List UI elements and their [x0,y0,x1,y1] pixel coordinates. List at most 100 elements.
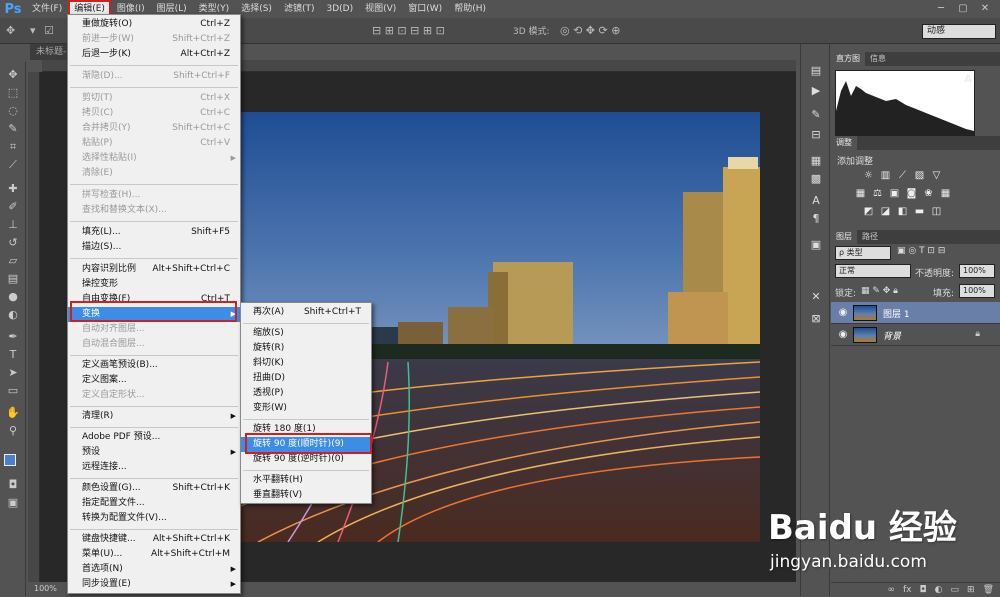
photo-filter-icon[interactable]: ◙ [906,188,917,199]
menu-item-fill[interactable]: 填充(L)... Shift+F5 [68,225,240,240]
close-icon[interactable]: ✕ [976,0,994,18]
menu-item-color-settings[interactable]: 颜色设置(G)... Shift+Ctrl+K [68,481,240,496]
blur-tool-icon[interactable]: ● [4,290,22,304]
submenu-item-again[interactable]: 再次(A) Shift+Ctrl+T [241,305,371,320]
invert-icon[interactable]: ◩ [863,206,874,217]
maximize-icon[interactable]: ▢ [954,0,972,18]
menu-item-assign-profile[interactable]: 指定配置文件... [68,496,240,511]
layer-kind-filter[interactable]: ρ 类型 [835,246,891,260]
menu-item-paste-special[interactable]: 选择性粘贴(I) ▶ [68,151,240,166]
fill-input[interactable]: 100% [959,284,995,298]
menu-item-transform[interactable]: 变换 ▶ [68,307,240,322]
menu-item-convert-profile[interactable]: 转换为配置文件(V)... [68,511,240,526]
menu-file[interactable]: 文件(F) [26,0,68,18]
menu-select[interactable]: 选择(S) [235,0,278,18]
hue-saturation-icon[interactable]: ▦ [855,188,866,199]
brush-tool-icon[interactable]: ✐ [4,200,22,214]
path-select-tool-icon[interactable]: ➤ [4,366,22,380]
submenu-item-flip-vertical[interactable]: 垂直翻转(V) [241,488,371,503]
eraser-tool-icon[interactable]: ▱ [4,254,22,268]
tab-histogram[interactable]: 直方图 [831,52,865,66]
tools-icon[interactable]: ✕ [809,290,823,304]
move-tool-icon[interactable]: ✥ [4,68,22,82]
brightness-icon[interactable]: ☼ [863,170,874,181]
opacity-input[interactable]: 100% [959,264,995,278]
black-white-icon[interactable]: ▣ [889,188,900,199]
submenu-item-rotate-90-ccw[interactable]: 旋转 90 度(逆时针)(0) [241,452,371,467]
menu-item-free-transform[interactable]: 自由变换(F) Ctrl+T [68,292,240,307]
navigator-icon[interactable]: ▣ [809,238,823,252]
gradient-tool-icon[interactable]: ▤ [4,272,22,286]
posterize-icon[interactable]: ◪ [880,206,891,217]
menu-item-remote-connections[interactable]: 远程连接... [68,460,240,475]
crop-tool-icon[interactable]: ⌗ [4,140,22,154]
history-brush-tool-icon[interactable]: ↺ [4,236,22,250]
foreground-color-swatch[interactable] [4,454,16,466]
menu-item-fade[interactable]: 渐隐(D)... Shift+Ctrl+F [68,69,240,84]
exposure-icon[interactable]: ▨ [914,170,925,181]
layer-row-background[interactable]: ◉ 背景 🔒︎ [831,324,1000,346]
tab-adjustments[interactable]: 调整 [831,136,857,150]
move-tool-icon[interactable]: ✥ [6,24,15,38]
healing-brush-tool-icon[interactable]: ✚ [4,182,22,196]
history-icon[interactable]: ▤ [809,64,823,78]
levels-icon[interactable]: ▥ [880,170,891,181]
submenu-item-rotate[interactable]: 旋转(R) [241,341,371,356]
menu-item-redo[interactable]: 重做旋转(O) Ctrl+Z [68,17,240,32]
submenu-item-warp[interactable]: 变形(W) [241,401,371,416]
menu-item-puppet-warp[interactable]: 操控变形 [68,277,240,292]
zoom-tool-icon[interactable]: ⚲ [4,424,22,438]
menu-item-sync-settings[interactable]: 同步设置(E) ▶ [68,577,240,592]
menu-item-purge[interactable]: 清理(R) ▶ [68,409,240,424]
menu-item-keyboard-shortcuts[interactable]: 键盘快捷键... Alt+Shift+Ctrl+K [68,532,240,547]
menu-item-cut[interactable]: 剪切(T) Ctrl+X [68,91,240,106]
clone-stamp-tool-icon[interactable]: ⊥ [4,218,22,232]
menu-item-copy-merged[interactable]: 合并拷贝(Y) Shift+Ctrl+C [68,121,240,136]
submenu-item-rotate-90-cw[interactable]: 旋转 90 度(顺时针)(9) [241,437,371,452]
menu-item-pdf-presets[interactable]: Adobe PDF 预设... [68,430,240,445]
tab-info[interactable]: 信息 [865,52,891,66]
3d-mode-icons[interactable]: ◎ ⟲ ✥ ⟳ ⊕ [560,24,620,38]
menu-item-define-custom-shape[interactable]: 定义自定形状... [68,388,240,403]
hand-tool-icon[interactable]: ✋ [4,406,22,420]
character-icon[interactable]: A [809,194,823,208]
pen-tool-icon[interactable]: ✒ [4,330,22,344]
submenu-item-rotate-180[interactable]: 旋转 180 度(1) [241,422,371,437]
gradient-map-icon[interactable]: ▬ [914,206,925,217]
workspace-select[interactable]: 动感 [922,24,996,39]
threshold-icon[interactable]: ◧ [897,206,908,217]
submenu-item-perspective[interactable]: 透视(P) [241,386,371,401]
type-tool-icon[interactable]: T [4,348,22,362]
submenu-item-flip-horizontal[interactable]: 水平翻转(H) [241,473,371,488]
menu-item-content-aware-scale[interactable]: 内容识别比例 Alt+Shift+Ctrl+C [68,262,240,277]
menu-item-stroke[interactable]: 描边(S)... [68,240,240,255]
submenu-item-scale[interactable]: 缩放(S) [241,326,371,341]
menu-item-define-pattern[interactable]: 定义图案... [68,373,240,388]
menu-help[interactable]: 帮助(H) [448,0,492,18]
submenu-item-distort[interactable]: 扭曲(D) [241,371,371,386]
menu-item-auto-blend-layers[interactable]: 自动混合图层... [68,337,240,352]
quick-select-tool-icon[interactable]: ✎ [4,122,22,136]
warning-icon[interactable]: A [964,74,972,85]
lasso-tool-icon[interactable]: ◌ [4,104,22,118]
properties-icon[interactable]: ⊟ [809,128,823,142]
menu-window[interactable]: 窗口(W) [402,0,448,18]
auto-select-checkbox-icon[interactable]: ☑ [44,24,54,38]
menu-item-presets[interactable]: 预设 ▶ [68,445,240,460]
marquee-tool-icon[interactable]: ⬚ [4,86,22,100]
eye-icon[interactable]: ◉ [837,329,849,341]
blend-mode-select[interactable]: 正常 [835,264,911,278]
dodge-tool-icon[interactable]: ◐ [4,308,22,322]
color-lookup-icon[interactable]: ▦ [940,188,951,199]
curves-icon[interactable]: ⟋ [897,170,908,181]
minimize-icon[interactable]: ─ [932,0,950,18]
zoom-level[interactable]: 100% [34,584,57,593]
shape-tool-icon[interactable]: ▭ [4,384,22,398]
submenu-item-skew[interactable]: 斜切(K) [241,356,371,371]
menu-item-step-back[interactable]: 后退一步(K) Alt+Ctrl+Z [68,47,240,62]
lock-icons[interactable]: ▦ ✎ ✥ 🔒︎ [861,286,898,296]
menu-view[interactable]: 视图(V) [359,0,402,18]
vibrance-icon[interactable]: ▽ [931,170,942,181]
layer-row-layer1[interactable]: ◉ 图层 1 [831,302,1000,324]
brush-presets-icon[interactable]: ✎ [809,108,823,122]
